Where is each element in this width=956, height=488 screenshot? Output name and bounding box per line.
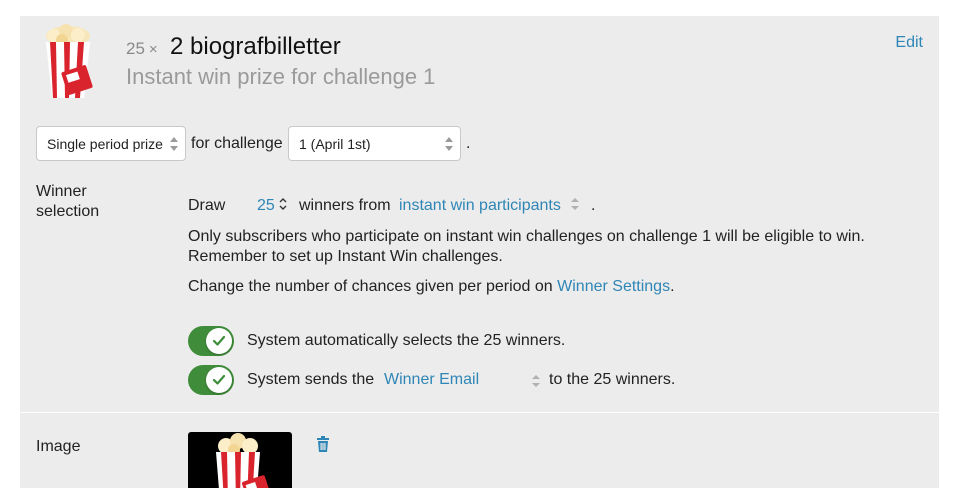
draw-label: Draw (188, 197, 226, 214)
toggle-knob (206, 367, 232, 393)
image-label: Image (36, 438, 81, 455)
quantity-value: 25 (126, 39, 145, 58)
challenge-select[interactable]: 1 (April 1st) (288, 126, 461, 161)
toggle-knob (206, 328, 232, 354)
email-template-value: Winner Email (384, 371, 480, 388)
popcorn-icon (216, 433, 270, 488)
challenge-value: 1 (April 1st) (299, 135, 371, 152)
prize-title: 2 biografbilletter (170, 33, 341, 60)
prize-panel: 25 × 2 biografbilletter Instant win prize… (20, 16, 939, 488)
section-divider (20, 412, 939, 413)
period-type-select[interactable]: Single period prize (36, 126, 186, 161)
email-text-after: to the 25 winners. (549, 371, 676, 388)
email-text-before: System sends the (247, 371, 375, 388)
winner-settings-link[interactable]: Winner Settings (557, 278, 670, 295)
chevron-updown-icon (170, 137, 178, 151)
draw-count-value: 25 (257, 197, 275, 214)
trash-icon[interactable] (316, 436, 330, 457)
draw-count-stepper[interactable]: 25 (257, 197, 287, 215)
check-icon (212, 335, 226, 346)
period-end: . (466, 135, 471, 152)
auto-select-text: System automatically selects the 25 winn… (247, 332, 566, 349)
chevron-updown-icon (445, 137, 453, 151)
chevron-updown-icon (571, 197, 580, 216)
eligibility-line2: Remember to set up Instant Win challenge… (188, 248, 503, 265)
chances-text: Change the number of chances given per p… (188, 278, 675, 296)
winner-selection-label-line1: Winner (36, 183, 87, 200)
winner-selection-label: Winner selection (36, 182, 99, 222)
period-type-value: Single period prize (47, 135, 163, 152)
popcorn-icon (38, 24, 100, 102)
winner-selection-label-line2: selection (36, 203, 100, 220)
source-end: . (591, 197, 596, 214)
source-select-value: instant win participants (399, 197, 561, 214)
prize-subtitle: Instant win prize for challenge 1 (126, 64, 436, 89)
chances-label: Change the number of chances given per p… (188, 278, 553, 295)
chances-end: . (670, 278, 675, 295)
send-email-toggle[interactable] (188, 365, 234, 395)
for-challenge-label: for challenge (191, 135, 283, 152)
prize-quantity: 25 × (126, 39, 162, 59)
chevron-updown-icon (532, 374, 540, 393)
eligibility-line1: Only subscribers who participate on inst… (188, 228, 865, 245)
edit-link[interactable]: Edit (895, 34, 923, 52)
email-template-select[interactable]: Winner Email (384, 371, 540, 389)
winners-from-label: winners from (299, 197, 391, 214)
check-icon (212, 374, 226, 385)
times-sign: × (148, 41, 158, 58)
auto-select-toggle[interactable] (188, 326, 234, 356)
source-select[interactable]: instant win participants (399, 197, 580, 216)
stepper-icon (279, 197, 287, 211)
prize-image-thumbnail (188, 432, 292, 488)
